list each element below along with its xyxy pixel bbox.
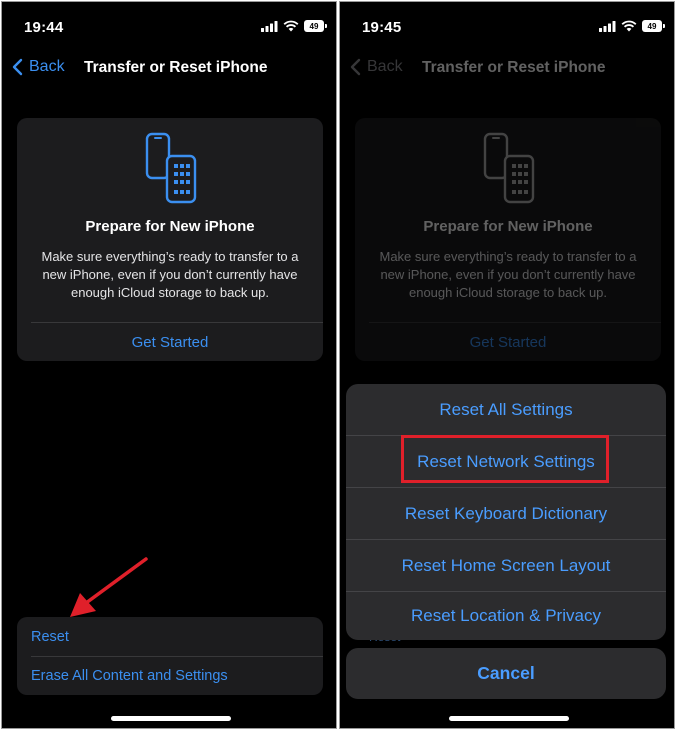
reset-options-group: Reset Erase All Content and Settings	[17, 617, 323, 695]
wifi-icon	[621, 20, 637, 32]
get-started-button[interactable]: Get Started	[17, 334, 323, 351]
card-title: Prepare for New iPhone	[85, 218, 255, 235]
prepare-new-iphone-card: Prepare for New iPhone Make sure everyth…	[17, 118, 323, 361]
divider	[369, 322, 661, 323]
cancel-button[interactable]: Cancel	[346, 648, 666, 699]
status-time: 19:45	[362, 19, 402, 36]
cellular-signal-icon	[599, 20, 616, 32]
home-indicator	[449, 716, 569, 721]
card-title: Prepare for New iPhone	[423, 218, 593, 235]
status-icons: 49	[599, 20, 665, 32]
divider	[31, 322, 323, 323]
wifi-icon	[283, 20, 299, 32]
battery-icon: 49	[304, 20, 327, 32]
card-description: Make sure everything’s ready to transfer…	[41, 249, 299, 300]
home-indicator	[111, 716, 231, 721]
prepare-new-iphone-card: Prepare for New iPhone Make sure everyth…	[355, 118, 661, 361]
get-started-button: Get Started	[469, 334, 547, 351]
divider	[31, 656, 323, 657]
card-description: Make sure everything’s ready to transfer…	[379, 249, 637, 300]
chevron-left-icon	[350, 58, 361, 76]
navigation-bar: Back Transfer or Reset iPhone	[2, 58, 336, 80]
reset-button[interactable]: Reset	[31, 629, 69, 645]
back-label: Back	[29, 58, 65, 75]
navigation-bar: Back Transfer or Reset iPhone	[340, 58, 674, 80]
transfer-phones-icon	[483, 132, 535, 204]
battery-icon: 49	[642, 20, 665, 32]
page-title: Transfer or Reset iPhone	[422, 59, 606, 76]
transfer-phones-icon	[145, 132, 197, 204]
reset-keyboard-dictionary-button[interactable]: Reset Keyboard Dictionary	[346, 488, 666, 539]
back-button: Back	[350, 58, 403, 76]
status-icons: 49	[261, 20, 327, 32]
status-time: 19:44	[24, 19, 64, 36]
reset-home-screen-layout-button[interactable]: Reset Home Screen Layout	[346, 540, 666, 591]
back-button[interactable]: Back	[12, 58, 65, 76]
phone-screen-right: 19:45 49 Back Transfer or Reset iPhone P…	[339, 1, 675, 729]
page-title: Transfer or Reset iPhone	[84, 59, 268, 76]
phone-screen-left: 19:44 49 Back Transfer or Reset iPhone P…	[1, 1, 337, 729]
cellular-signal-icon	[261, 20, 278, 32]
highlight-annotation-box	[401, 435, 609, 483]
reset-location-privacy-button[interactable]: Reset Location & Privacy	[346, 590, 666, 640]
annotation-arrow-icon	[70, 557, 148, 617]
reset-all-settings-button[interactable]: Reset All Settings	[346, 384, 666, 435]
erase-all-content-button[interactable]: Erase All Content and Settings	[31, 668, 228, 684]
reset-action-sheet: Reset All Settings Reset Network Setting…	[346, 384, 666, 640]
back-label: Back	[367, 58, 403, 75]
chevron-left-icon	[12, 58, 23, 76]
